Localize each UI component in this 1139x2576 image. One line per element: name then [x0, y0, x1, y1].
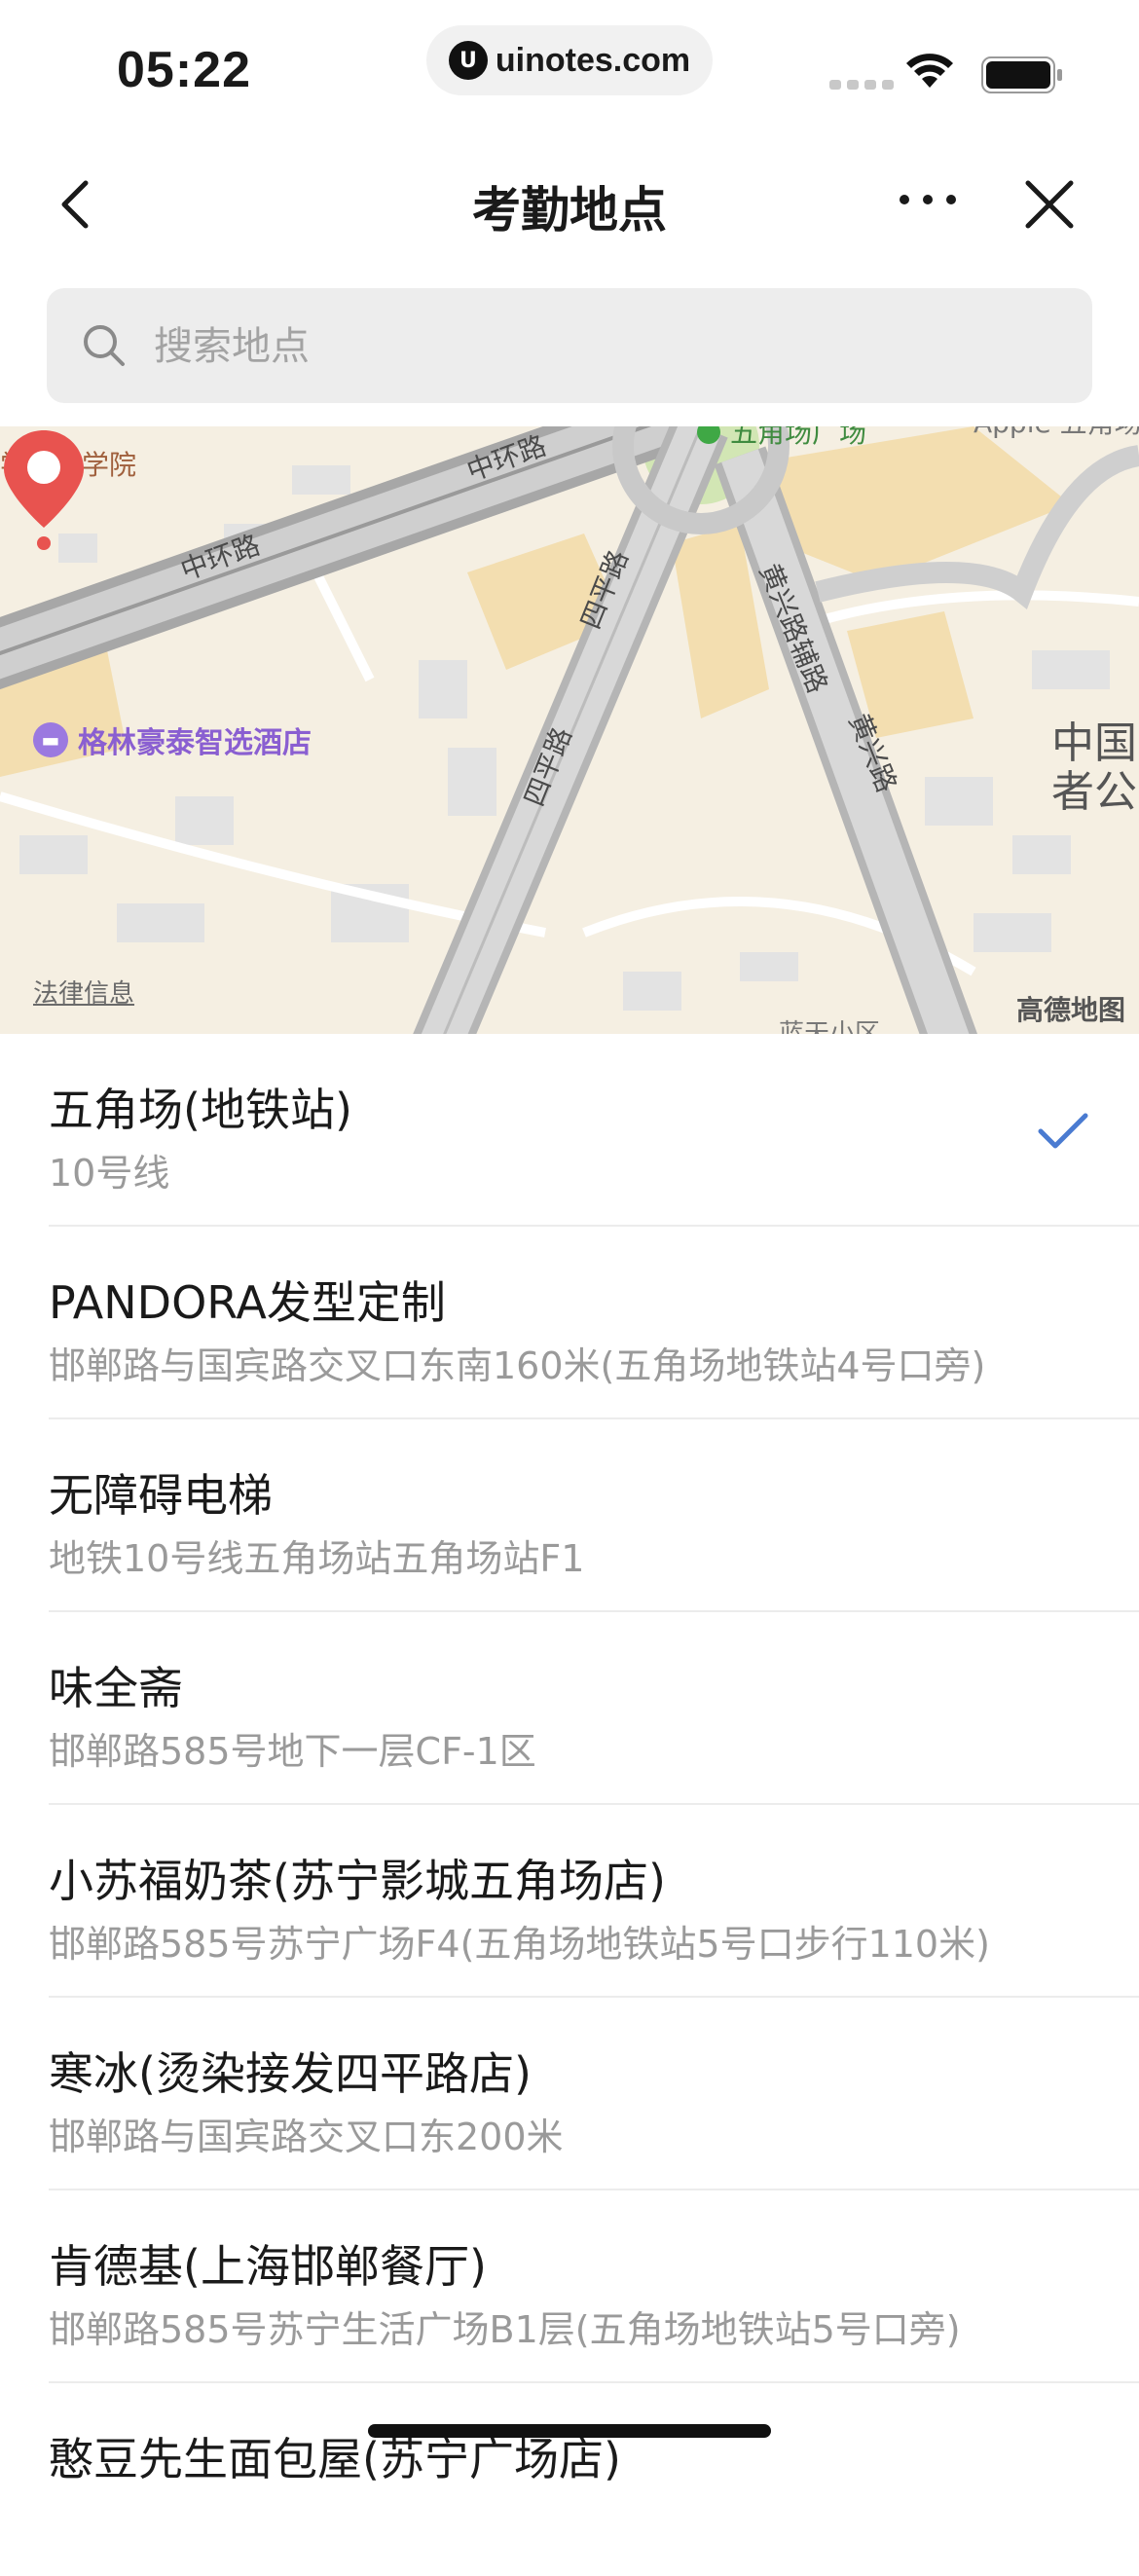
url-text: uinotes.com	[495, 41, 691, 79]
poi-label-bottom: 蓝天小区	[779, 1019, 880, 1034]
status-time: 05:22	[117, 42, 251, 98]
location-address: 10号线	[49, 1152, 170, 1195]
location-name: 味全斋	[49, 1662, 183, 1714]
poi-label-right-2: 者公	[1051, 767, 1137, 817]
status-bar: 05:22 U uinotes.com	[0, 0, 1139, 136]
nav-header: 考勤地点	[0, 136, 1139, 263]
list-item[interactable]: 肯德基(上海邯郸餐厅) 邯郸路585号苏宁生活广场B1层(五角场地铁站5号口旁)	[0, 2190, 1139, 2383]
location-address: 邯郸路585号苏宁广场F4(五角场地铁站5号口步行110米)	[49, 1923, 990, 1966]
list-item[interactable]: PANDORA发型定制 邯郸路与国宾路交叉口东南160米(五角场地铁站4号口旁)	[0, 1227, 1139, 1419]
url-pill[interactable]: U uinotes.com	[426, 25, 713, 95]
home-indicator[interactable]	[368, 2424, 771, 2438]
poi-label-wujiaochang: 五角场广场	[730, 426, 866, 449]
search-input[interactable]	[152, 288, 1032, 405]
more-options-icon[interactable]	[894, 175, 962, 224]
location-address: 邯郸路与国宾路交叉口东南160米(五角场地铁站4号口旁)	[49, 1344, 986, 1387]
location-address: 邯郸路585号苏宁生活广场B1层(五角场地铁站5号口旁)	[49, 2308, 961, 2351]
list-item[interactable]: 憨豆先生面包屋(苏宁广场店)	[0, 2383, 1139, 2576]
battery-icon	[981, 56, 1062, 93]
legal-info-link[interactable]: 法律信息	[33, 974, 134, 1010]
poi-label-right: 中国	[1051, 718, 1137, 768]
location-address: 地铁10号线五角场站五角场站F1	[49, 1537, 585, 1580]
amap-logo: 高德地图	[1015, 994, 1125, 1026]
page-title: 考勤地点	[472, 182, 667, 239]
poi-label-hotel: 格林豪泰智选酒店	[78, 726, 312, 760]
wifi-icon	[906, 54, 953, 88]
location-list: 五角场(地铁站) 10号线 PANDORA发型定制 邯郸路与国宾路交叉口东南16…	[0, 1034, 1139, 2576]
map-view[interactable]: 中环路 中环路 四平路 四平路 黄兴路辅路 黄兴路 五角场广场 Apple 五角…	[0, 426, 1139, 1034]
location-name: PANDORA发型定制	[49, 1276, 446, 1329]
list-item[interactable]: 五角场(地铁站) 10号线	[0, 1034, 1139, 1227]
search-bar[interactable]	[47, 288, 1092, 405]
location-name: 无障碍电梯	[49, 1469, 273, 1522]
hotel-bed-icon: ▬	[33, 722, 68, 757]
close-icon[interactable]	[1020, 175, 1079, 234]
location-name: 五角场(地铁站)	[49, 1084, 352, 1136]
location-pin-icon	[4, 430, 84, 550]
location-name: 肯德基(上海邯郸餐厅)	[49, 2240, 487, 2293]
list-item[interactable]: 小苏福奶茶(苏宁影城五角场店) 邯郸路585号苏宁广场F4(五角场地铁站5号口步…	[0, 1805, 1139, 1998]
search-icon	[84, 325, 125, 366]
location-address: 邯郸路585号地下一层CF-1区	[49, 1730, 536, 1773]
list-item[interactable]: 味全斋 邯郸路585号地下一层CF-1区	[0, 1612, 1139, 1805]
poi-label-apple: Apple 五角场	[974, 426, 1139, 439]
location-name: 寒冰(烫染接发四平路店)	[49, 2047, 532, 2100]
checkmark-icon	[1038, 1113, 1088, 1149]
cellular-signal-icon	[829, 80, 894, 90]
poi-hotel[interactable]: ▬ 格林豪泰智选酒店	[33, 718, 312, 761]
site-logo-icon: U	[448, 41, 488, 80]
list-item[interactable]: 无障碍电梯 地铁10号线五角场站五角场站F1	[0, 1419, 1139, 1612]
location-name: 小苏福奶茶(苏宁影城五角场店)	[49, 1855, 666, 1907]
list-item[interactable]: 寒冰(烫染接发四平路店) 邯郸路与国宾路交叉口东200米	[0, 1998, 1139, 2190]
location-address: 邯郸路与国宾路交叉口东200米	[49, 2116, 564, 2158]
